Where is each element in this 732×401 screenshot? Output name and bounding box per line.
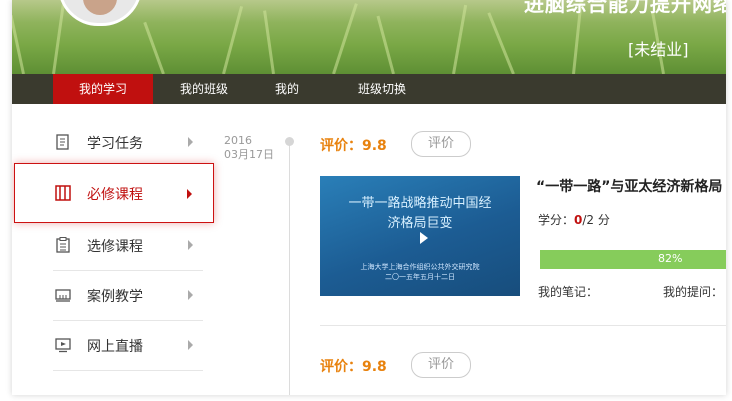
enrollment-status: [未结业] <box>628 40 689 59</box>
nav-my-study[interactable]: 我的学习 <box>53 74 153 104</box>
thumbnail-title-line2: 济格局巨变 <box>387 216 453 231</box>
chevron-right-icon <box>188 290 193 300</box>
sidebar-item-required-courses[interactable]: 必修课程 <box>14 163 214 223</box>
my-questions-link[interactable]: 我的提问： <box>663 283 723 300</box>
play-icon <box>420 232 428 244</box>
sidebar-item-case-teaching[interactable]: 案例教学 <box>53 271 203 321</box>
document-icon <box>56 134 69 150</box>
avatar[interactable] <box>58 0 142 26</box>
chevron-right-icon <box>187 189 192 199</box>
sidebar-item-label: 必修课程 <box>87 187 143 203</box>
timeline-dot <box>285 137 294 146</box>
progress-bar: 82% <box>540 250 726 269</box>
thumbnail-subtitle-line1: 上海大学上海合作组织公共外交研究院 <box>360 263 480 271</box>
timeline-date: 2016 03月17日 <box>224 134 274 162</box>
timeline-day: 03月17日 <box>224 148 274 161</box>
sidebar-item-study-tasks[interactable]: 学习任务 <box>53 118 203 168</box>
nav-my-class[interactable]: 我的班级 <box>164 74 244 104</box>
course-title[interactable]: “一带一路”与亚太经济新格局 <box>536 176 726 196</box>
course-rating: 评价：9.8 <box>320 138 387 154</box>
clipboard-icon <box>56 237 70 253</box>
chevron-right-icon <box>188 137 193 147</box>
main-nav: 我的学习 我的班级 我的 班级切换 <box>12 74 726 104</box>
sidebar-item-label: 案例教学 <box>87 289 143 305</box>
sidebar-item-label: 学习任务 <box>87 136 143 152</box>
video-icon <box>55 338 71 353</box>
credit-label: 学分： <box>538 213 575 227</box>
sidebar-item-elective-courses[interactable]: 选修课程 <box>53 221 203 271</box>
site-title: 进脑综合能力提升网络 <box>524 0 726 16</box>
nav-mine[interactable]: 我的 <box>262 74 312 104</box>
chevron-right-icon <box>188 340 193 350</box>
credit-total: /2 分 <box>582 213 610 227</box>
course-credit: 学分：0/2 分 <box>538 211 610 228</box>
timeline-line <box>289 142 290 395</box>
sidebar-item-label: 选修课程 <box>87 239 143 255</box>
chevron-right-icon <box>188 240 193 250</box>
evaluate-button[interactable]: 评价 <box>411 352 471 378</box>
divider <box>320 325 726 326</box>
thumbnail-title-line1: 一带一路战略推动中国经 <box>348 196 492 211</box>
nav-switch-class[interactable]: 班级切换 <box>342 74 422 104</box>
course-thumbnail[interactable]: 一带一路战略推动中国经 济格局巨变 上海大学上海合作组织公共外交研究院 二〇一五… <box>320 176 520 296</box>
book-icon <box>55 185 71 201</box>
cases-icon <box>55 289 71 302</box>
sidebar-item-live-stream[interactable]: 网上直播 <box>53 321 203 371</box>
evaluate-button[interactable]: 评价 <box>411 131 471 157</box>
thumbnail-subtitle-line2: 二〇一五年五月十二日 <box>385 273 455 281</box>
my-notes-link[interactable]: 我的笔记： <box>538 283 598 300</box>
progress-text: 82% <box>658 252 683 265</box>
timeline-year: 2016 <box>224 134 252 147</box>
page-frame: 进脑综合能力提升网络 [未结业] 我的学习 我的班级 我的 班级切换 学习任务 … <box>12 0 726 395</box>
sidebar-item-label: 网上直播 <box>87 339 143 355</box>
course-rating: 评价：9.8 <box>320 359 387 375</box>
header-banner: 进脑综合能力提升网络 [未结业] <box>12 0 726 74</box>
